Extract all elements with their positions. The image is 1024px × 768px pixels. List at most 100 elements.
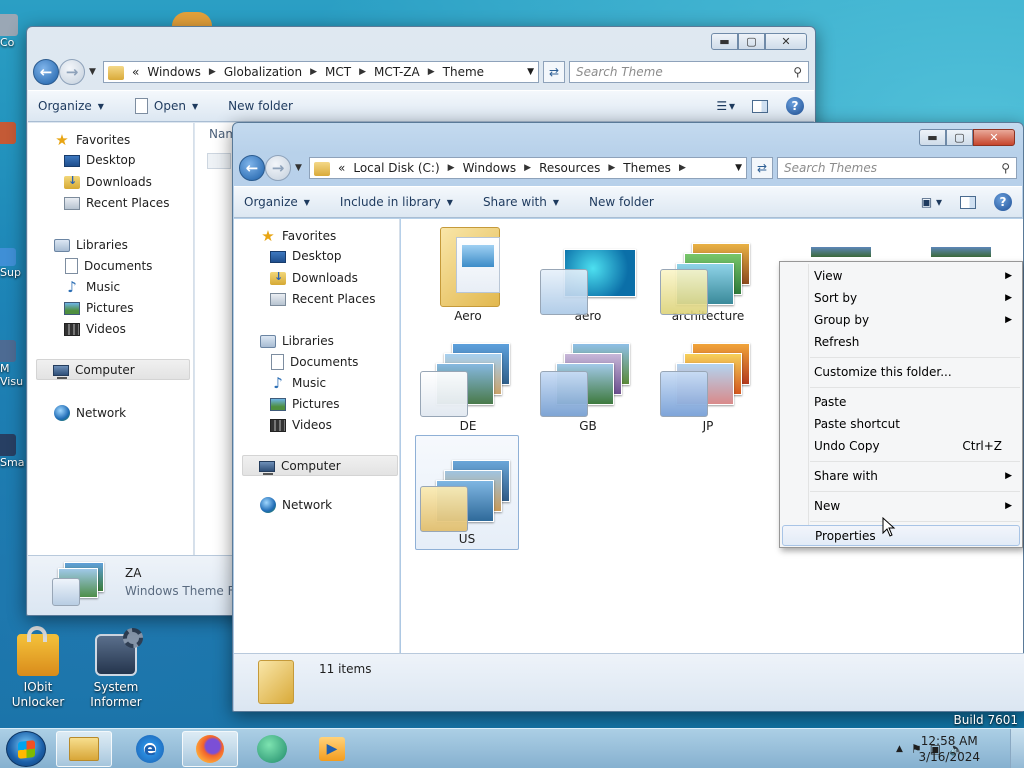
taskbar-ie-button[interactable]: e [122,731,178,767]
back-arrow-icon[interactable]: ← [239,155,265,181]
nav-videos[interactable]: Videos [64,321,126,336]
nav-pictures[interactable]: Pictures [64,300,134,315]
menu-item-new[interactable]: New ▶ [782,495,1020,516]
menu-item-sort-by[interactable]: Sort by ▶ [782,287,1020,308]
nav-music[interactable]: ♪ Music [64,279,120,295]
menu-item-customize[interactable]: Customize this folder... [782,361,1020,382]
breadcrumb-separator-icon[interactable]: ▶ [209,67,216,77]
breadcrumb-separator-icon[interactable]: ▶ [608,163,615,173]
history-dropdown-icon[interactable]: ▼ [89,67,99,77]
refresh-icon[interactable]: ⇄ [543,61,565,83]
folder-item[interactable]: Aero [416,223,520,323]
breadcrumb-separator-icon[interactable]: ▶ [310,67,317,77]
open-button[interactable]: Open ▼ [134,98,198,114]
preview-pane-icon[interactable] [752,99,768,113]
nav-favorites[interactable]: ★ Favorites [260,228,336,244]
breadcrumb-separator-icon[interactable]: ▶ [428,67,435,77]
menu-item-paste-shortcut[interactable]: Paste shortcut [782,413,1020,434]
breadcrumb-item[interactable]: Windows [463,161,517,175]
nav-recent-places[interactable]: Recent Places [64,195,169,210]
show-desktop-button[interactable] [1010,729,1024,768]
search-input[interactable]: Search Theme ⚲ [569,61,809,83]
help-icon[interactable]: ? [994,193,1012,211]
include-in-library-button[interactable]: Include in library ▼ [340,195,453,209]
nav-downloads[interactable]: Downloads [270,270,358,285]
breadcrumb-item[interactable]: Theme [443,65,484,79]
menu-item-group-by[interactable]: Group by ▶ [782,309,1020,330]
show-hidden-icons-icon[interactable]: ▲ [896,744,903,754]
theme-item[interactable]: DE [416,339,520,433]
address-dropdown-icon[interactable]: ▼ [527,67,538,77]
refresh-icon[interactable]: ⇄ [751,157,773,179]
menu-item-share-with[interactable]: Share with ▶ [782,465,1020,486]
nav-desktop[interactable]: Desktop [64,153,136,167]
breadcrumb-item[interactable]: Themes [623,161,671,175]
nav-favorites[interactable]: ★ Favorites [54,132,130,148]
desktop-icon-system-informer[interactable]: System Informer [84,628,148,710]
desktop-icon-partial[interactable]: Co [0,14,26,50]
theme-item[interactable]: architecture [656,223,760,323]
breadcrumb-overflow[interactable]: « [132,65,139,79]
desktop-icon-iobit-unlocker[interactable]: IObit Unlocker [6,626,70,710]
nav-libraries[interactable]: Libraries [260,333,334,348]
breadcrumb-separator-icon[interactable]: ▶ [448,163,455,173]
theme-item[interactable]: GB [536,339,640,433]
taskbar-media-button[interactable]: ▶ [304,731,360,767]
view-details-icon[interactable]: ☰ ▾ [716,99,735,113]
taskbar-app-button[interactable] [244,731,300,767]
preview-pane-icon[interactable] [960,195,976,209]
theme-item[interactable]: aero [536,223,640,323]
nav-libraries[interactable]: Libraries [54,237,128,252]
close-button[interactable]: ✕ [973,129,1015,146]
back-arrow-icon[interactable]: ← [33,59,59,85]
breadcrumb-overflow[interactable]: « [338,161,345,175]
address-bar[interactable]: « Windows ▶ Globalization ▶ MCT ▶ MCT-ZA ▶ T… [103,61,539,83]
breadcrumb-item[interactable]: Resources [539,161,600,175]
theme-item[interactable]: JP [656,339,760,433]
desktop-icon-partial[interactable]: Sup [0,248,26,282]
nav-desktop[interactable]: Desktop [270,249,342,263]
clock[interactable]: 12:58 AM 3/16/2024 [918,733,980,765]
nav-music[interactable]: ♪ Music [270,375,326,391]
theme-item-partial[interactable] [811,247,871,257]
close-button[interactable]: ✕ [765,33,807,50]
menu-item-view[interactable]: View ▶ [782,265,1020,286]
minimize-button[interactable]: ▬ [711,33,738,50]
nav-computer[interactable]: Computer [36,359,190,380]
menu-item-undo-copy[interactable]: Undo Copy Ctrl+Z [782,435,1020,456]
new-folder-button[interactable]: New folder [589,195,654,209]
taskbar-firefox-button[interactable] [182,731,238,767]
history-dropdown-icon[interactable]: ▼ [295,163,305,173]
maximize-button[interactable]: ▢ [738,33,765,50]
address-bar[interactable]: « Local Disk (C:) ▶ Windows ▶ Resources ▶ T… [309,157,747,179]
menu-item-refresh[interactable]: Refresh [782,331,1020,352]
breadcrumb-item[interactable]: Local Disk (C:) [353,161,439,175]
help-icon[interactable]: ? [786,97,804,115]
desktop-icon-partial[interactable]: M Visu [0,340,26,402]
change-view-icon[interactable]: ▣ ▾ [921,195,942,209]
theme-item-selected[interactable]: US [415,435,519,550]
breadcrumb-item[interactable]: MCT-ZA [374,65,420,79]
share-with-button[interactable]: Share with ▼ [483,195,559,209]
minimize-button[interactable]: ▬ [919,129,946,146]
breadcrumb-item[interactable]: MCT [325,65,351,79]
nav-documents[interactable]: Documents [270,354,358,370]
desktop-icon-partial[interactable] [172,12,212,26]
breadcrumb-item[interactable]: Globalization [224,65,302,79]
nav-videos[interactable]: Videos [270,417,332,432]
desktop-icon-partial[interactable] [0,122,26,158]
breadcrumb-separator-icon[interactable]: ▶ [679,163,686,173]
breadcrumb-item[interactable]: Windows [147,65,201,79]
forward-arrow-icon[interactable]: → [59,59,85,85]
desktop-icon-partial[interactable]: Sma [0,434,26,490]
taskbar-explorer-button[interactable] [56,731,112,767]
search-input[interactable]: Search Themes ⚲ [777,157,1017,179]
nav-computer[interactable]: Computer [242,455,398,476]
breadcrumb-separator-icon[interactable]: ▶ [359,67,366,77]
nav-network[interactable]: Network [260,497,332,513]
nav-pictures[interactable]: Pictures [270,396,340,411]
nav-downloads[interactable]: Downloads [64,174,152,189]
nav-recent-places[interactable]: Recent Places [270,291,375,306]
menu-item-properties[interactable]: Properties [782,525,1020,546]
breadcrumb-separator-icon[interactable]: ▶ [524,163,531,173]
